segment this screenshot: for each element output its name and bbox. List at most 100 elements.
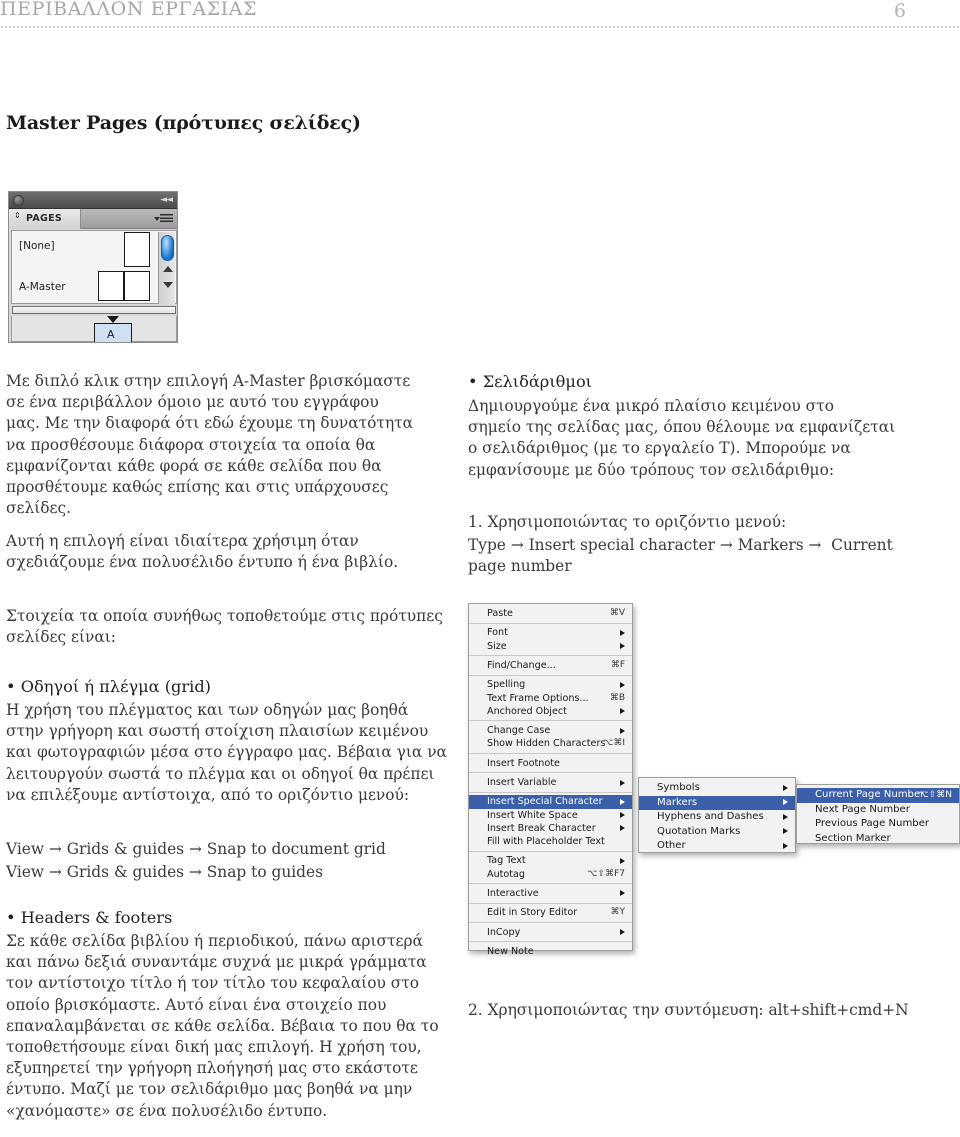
markers-item-current-page-number[interactable]: Current Page Number ⌥⇧⌘N [797,788,959,803]
menu-item-label: Autotag [487,868,526,880]
menu-item-insert-variable[interactable]: Insert Variable [469,776,632,789]
menu-item-label: InCopy [487,926,521,938]
markers-item-previous-page-number[interactable]: Previous Page Number [797,817,959,832]
menu-separator [469,791,632,793]
document-page-thumb[interactable]: A [94,323,132,342]
left-menu-path-1: View → Grids & guides → Snap to document… [6,840,386,858]
current-page-marker-icon [107,316,119,323]
menu-item-edit-in-story-editor[interactable]: Edit in Story Editor ⌘Y [469,906,632,919]
menu-item-label: Anchored Object [487,705,567,717]
menu-item-label: Fill with Placeholder Text [487,835,605,847]
menu-item-label: New Note [487,946,534,957]
menu-item-label: Show Hidden Characters [487,738,606,750]
menu-item-label: Current Page Number [815,789,925,800]
menu-separator [469,674,632,676]
menu-item-autotag[interactable]: Autotag ⌥⇧⌘F7 [469,868,632,881]
menu-item-label: Find/Change... [487,659,556,671]
menu-item-find-change[interactable]: Find/Change... ⌘F [469,659,632,672]
scroll-up-arrow-icon[interactable] [163,266,173,272]
markers-item-next-page-number[interactable]: Next Page Number [797,803,959,818]
menu-item-label: Insert Footnote [487,757,560,769]
submenu-item-other[interactable]: Other [639,839,795,854]
submenu-arrow-icon [783,799,788,806]
menu-item-shortcut: ⌘V [609,608,625,618]
menu-item-paste[interactable]: Paste ⌘V [469,607,632,620]
menu-item-insert-white-space[interactable]: Insert White Space [469,809,632,822]
submenu-arrow-icon [620,708,625,715]
menu-item-font[interactable]: Font [469,626,632,639]
menu-item-text-frame-options[interactable]: Text Frame Options... ⌘B [469,692,632,705]
menu-item-insert-footnote[interactable]: Insert Footnote [469,757,632,770]
menu-item-insert-special-character[interactable]: Insert Special Character [469,795,632,809]
menu-item-label: Previous Page Number [815,818,930,830]
tab-pages: ⇕ PAGES [9,209,81,229]
scroll-down-arrow-icon[interactable] [163,282,173,288]
panel-document-pages: A [11,316,177,342]
menu-item-tag-text[interactable]: Tag Text [469,854,632,867]
panel-master-list: [None] A-Master [11,230,177,304]
menu-separator [469,753,632,755]
left-paragraph-3: Στοιχεία τα οποία συνήθως τοποθετούμε στ… [6,607,443,647]
menu-item-interactive[interactable]: Interactive [469,887,632,900]
menu-item-label: Insert Special Character [487,796,603,808]
panel-close-icon [13,195,24,206]
menu-item-label: Paste [487,608,513,619]
menu-item-change-case[interactable]: Change Case [469,724,632,737]
scrollbar-thumb[interactable] [161,235,174,261]
submenu-arrow-icon [620,779,625,786]
menu-item-spelling[interactable]: Spelling [469,678,632,691]
menu-item-label: Edit in Story Editor [487,907,578,919]
menu-item-label: Change Case [487,725,551,737]
submenu-item-symbols[interactable]: Symbols [639,781,795,796]
right-bullet-page-numbers: • Σελιδάριθμοι [468,372,593,391]
menu-item-new-note[interactable]: New Note [469,945,632,958]
right-paragraph-1: Δημιουργούμε ένα μικρό πλαίσιο κειμένου … [468,397,896,479]
menu-separator [469,655,632,657]
left-paragraph-1: Με διπλό κλικ στην επιλογή A-Master βρισ… [6,372,414,518]
submenu-arrow-icon [783,842,788,849]
panel-menu-icon [160,214,173,224]
master-thumb-none [124,232,150,267]
menu-item-show-hidden-characters[interactable]: Show Hidden Characters ⌥⌘I [469,737,632,750]
menu-separator [469,850,632,852]
left-bullet-headers-footers: • Headers & footers [6,908,173,927]
menu-item-insert-break-character[interactable]: Insert Break Character [469,822,632,835]
panel-tab-row: ⇕ PAGES [9,209,177,229]
submenu-item-markers[interactable]: Markers [639,795,795,811]
document-page-master-letter: A [107,328,115,341]
submenu-arrow-icon [783,784,788,791]
page-running-header: ΠΕΡΙΒΑΛΛΟΝ ΕΡΓΑΣΙΑΣ 6 [0,0,960,30]
menu-item-size[interactable]: Size [469,640,632,653]
markers-submenu-panel[interactable]: Current Page Number ⌥⇧⌘N Next Page Number P… [796,784,960,844]
menu-item-label: Quotation Marks [657,825,741,837]
menu-item-label: Symbols [657,782,700,793]
menu-item-label: Text Frame Options... [487,692,589,704]
menu-separator [469,622,632,624]
submenu-item-hyphens-and-dashes[interactable]: Hyphens and Dashes [639,810,795,825]
submenu-arrow-icon [620,629,625,636]
menu-item-label: Interactive [487,887,539,899]
submenu-arrow-icon [620,825,625,832]
menu-item-label: Markers [657,796,698,808]
markers-item-section-marker[interactable]: Section Marker [797,832,959,847]
master-row-a-label: A-Master [19,281,66,293]
menu-item-shortcut: ⌥⌘I [602,738,625,749]
menu-item-label: Other [657,840,686,852]
menu-item-label: Tag Text [487,855,526,867]
menu-item-label: Section Marker [815,832,891,844]
menu-item-anchored-object[interactable]: Anchored Object [469,705,632,718]
submenu-arrow-icon [620,727,625,734]
left-paragraph-2: Αυτή η επιλογή είναι ιδιαίτερα χρήσιμη ό… [6,532,399,572]
type-menu-panel[interactable]: Paste ⌘V Font Size Find/Change... ⌘F Spelling T… [468,603,633,957]
insert-special-character-submenu-panel[interactable]: Symbols Markers Hyphens and Dashes Quotatio… [638,777,796,853]
panel-splitter[interactable] [12,306,176,314]
submenu-arrow-icon [783,813,788,820]
page-title: Master Pages (πρότυπες σελίδες) [6,112,361,134]
submenu-arrow-icon [620,890,625,897]
menu-item-fill-with-placeholder-text[interactable]: Fill with Placeholder Text [469,835,632,848]
submenu-item-quotation-marks[interactable]: Quotation Marks [639,825,795,840]
panel-scrollbar[interactable] [158,232,175,304]
panel-titlebar: ◄◄ [9,192,177,209]
menu-item-incopy[interactable]: InCopy [469,926,632,939]
submenu-arrow-icon [620,929,625,936]
